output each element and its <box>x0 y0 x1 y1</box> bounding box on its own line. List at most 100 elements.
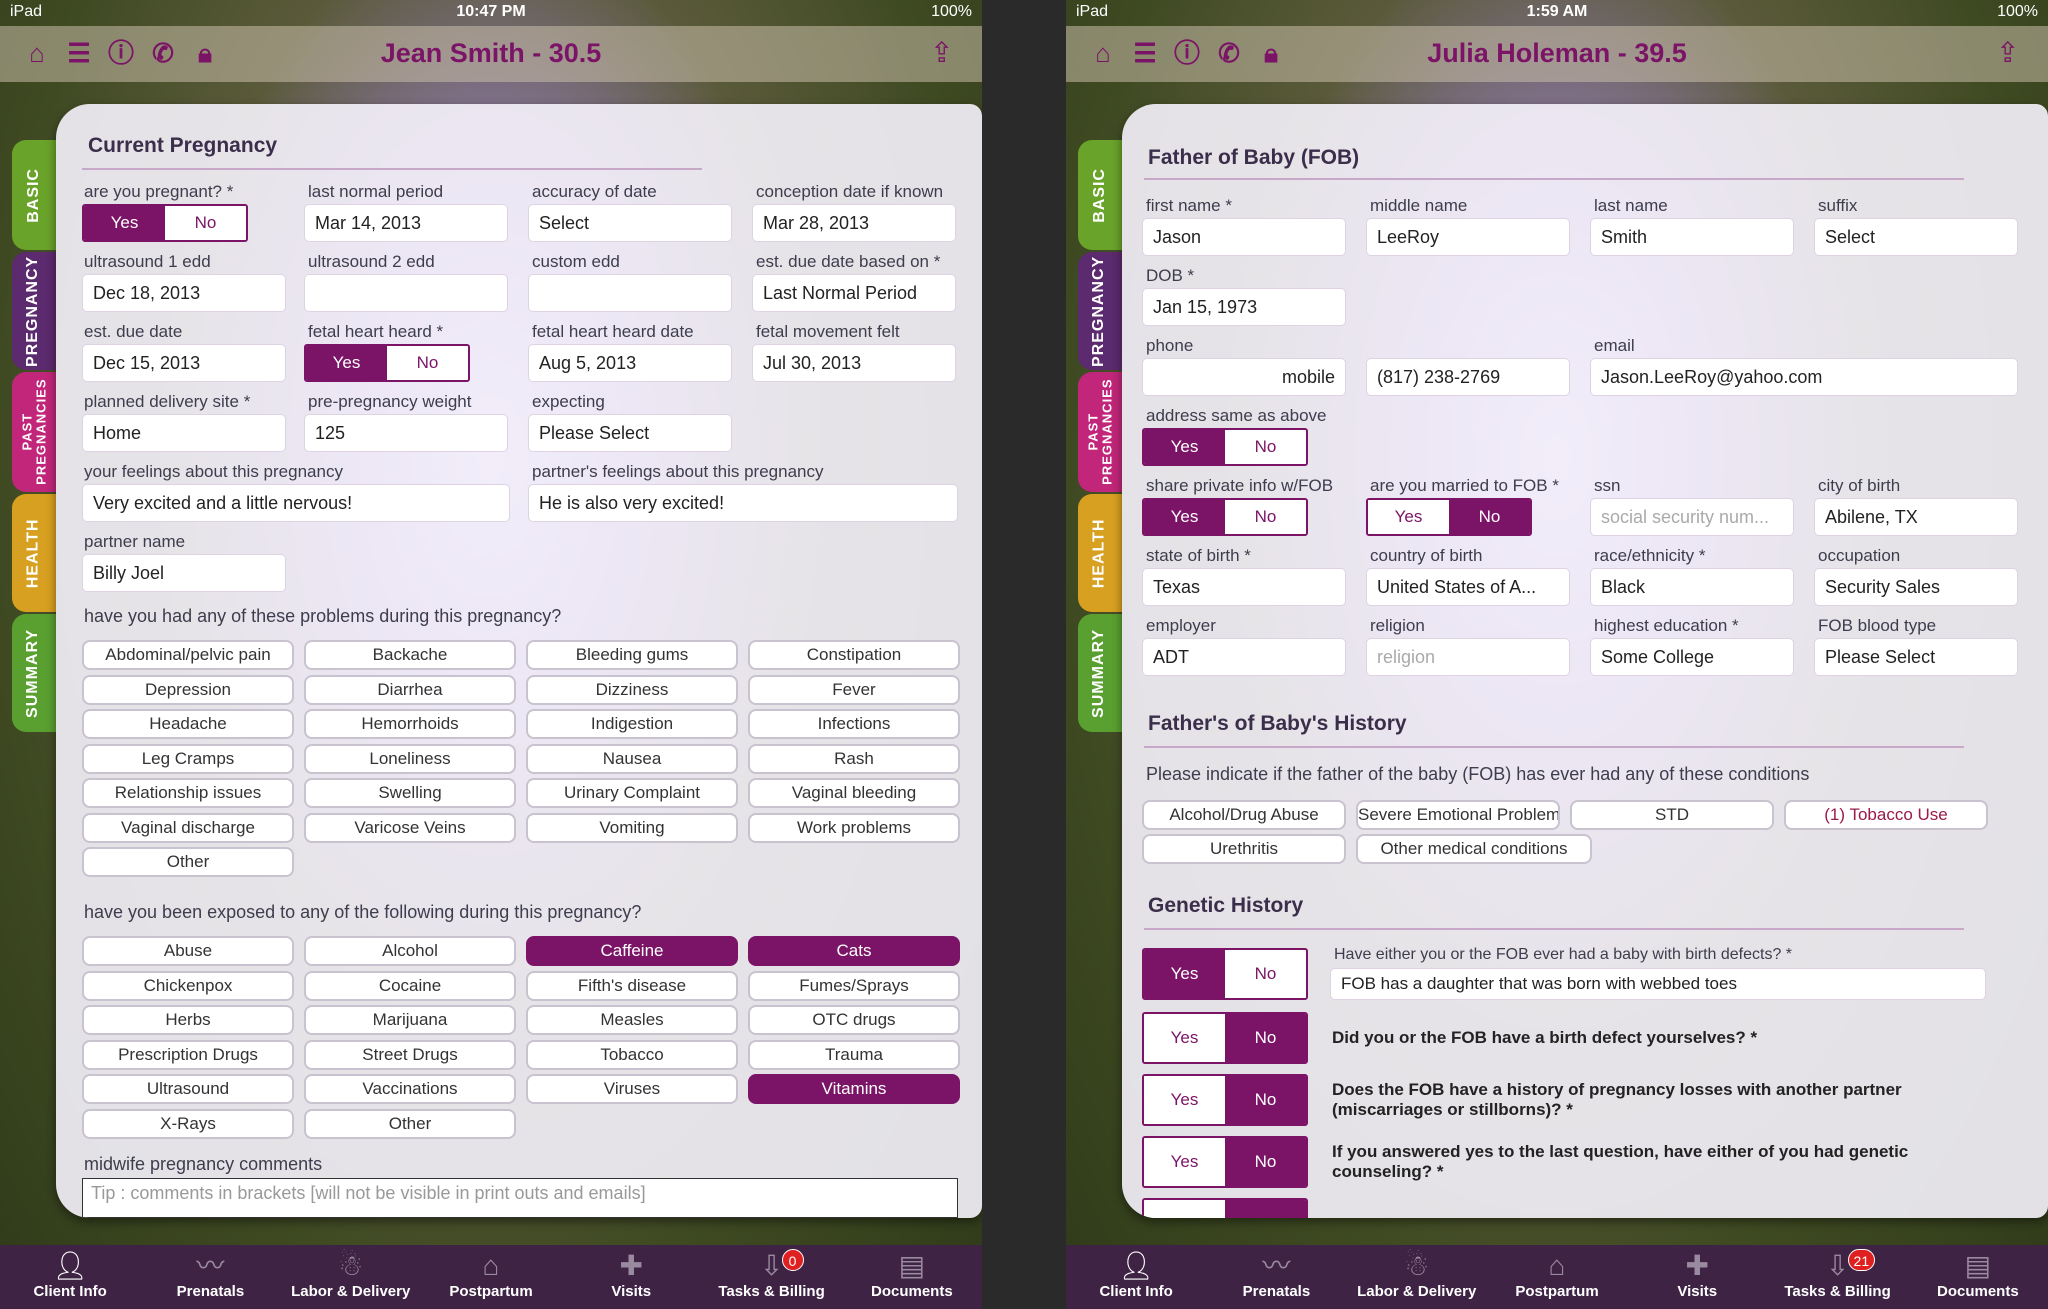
option-chip[interactable]: Varicose Veins <box>304 812 516 843</box>
religion-field[interactable]: religion <box>1366 638 1570 676</box>
option-chip[interactable]: Loneliness <box>304 743 516 774</box>
option-chip[interactable]: Nausea <box>526 743 738 774</box>
feelings-field[interactable]: Very excited and a little nervous! <box>82 484 510 522</box>
dob-field[interactable]: Jan 15, 1973 <box>1142 288 1346 326</box>
city-of-birth-field[interactable]: Abilene, TX <box>1814 498 2018 536</box>
last-name-field[interactable]: Smith <box>1590 218 1794 256</box>
option-chip[interactable]: Infections <box>748 709 960 739</box>
comments-input[interactable]: Tip : comments in brackets [will not be … <box>82 1178 958 1218</box>
gq4-toggle[interactable]: Yes No <box>1142 1136 1308 1188</box>
option-chip[interactable]: Diarrhea <box>304 674 516 705</box>
tab-pregnancy[interactable]: PREGNANCY <box>1078 252 1122 370</box>
tab-documents[interactable]: ▤ Documents <box>842 1245 982 1309</box>
employer-field[interactable]: ADT <box>1142 638 1346 676</box>
tab-prenatals[interactable]: 〰 Prenatals <box>140 1245 280 1309</box>
option-chip[interactable]: Abdominal/pelvic pain <box>82 640 294 670</box>
tab-summary[interactable]: SUMMARY <box>1078 614 1122 732</box>
tab-prenatals[interactable]: 〰 Prenatals <box>1206 1245 1346 1309</box>
option-chip[interactable]: Cocaine <box>304 970 516 1001</box>
first-name-field[interactable]: Jason <box>1142 218 1346 256</box>
option-chip[interactable]: Vomiting <box>526 812 738 843</box>
option-chip[interactable]: Other <box>304 1108 516 1139</box>
pregnant-toggle[interactable]: Yes No <box>82 204 248 242</box>
option-chip[interactable]: Dizziness <box>526 674 738 705</box>
email-field[interactable]: Jason.LeeRoy@yahoo.com <box>1590 358 2018 396</box>
tab-labor-delivery[interactable]: ☃ Labor & Delivery <box>1347 1245 1487 1309</box>
suffix-select[interactable]: Select <box>1814 218 2018 256</box>
tab-tasks-billing[interactable]: ⇩ 21 Tasks & Billing <box>1767 1245 1907 1309</box>
weight-field[interactable]: 125 <box>304 414 508 452</box>
option-chip[interactable]: Indigestion <box>526 709 738 739</box>
custom-edd-field[interactable] <box>528 274 732 312</box>
condition-chip[interactable]: (1) Tobacco Use <box>1784 800 1988 830</box>
tab-labor-delivery[interactable]: ☃ Labor & Delivery <box>281 1245 421 1309</box>
tab-summary[interactable]: SUMMARY <box>12 614 56 732</box>
tab-tasks-billing[interactable]: ⇩ 0 Tasks & Billing <box>701 1245 841 1309</box>
option-chip[interactable]: Tobacco <box>526 1039 738 1070</box>
option-chip[interactable]: Vitamins <box>748 1074 960 1104</box>
tab-past-pregnancies[interactable]: PAST PREGNANCIES <box>1078 372 1122 492</box>
option-chip[interactable]: Fifth's disease <box>526 970 738 1001</box>
option-chip[interactable]: Headache <box>82 709 294 739</box>
partner-name-field[interactable]: Billy Joel <box>82 554 286 592</box>
tab-documents[interactable]: ▤ Documents <box>1908 1245 2048 1309</box>
tab-past-pregnancies[interactable]: PAST PREGNANCIES <box>12 372 56 492</box>
option-chip[interactable]: OTC drugs <box>748 1005 960 1035</box>
tab-basic[interactable]: BASIC <box>12 140 56 250</box>
option-chip[interactable]: Vaginal discharge <box>82 812 294 843</box>
ultrasound1-field[interactable]: Dec 18, 2013 <box>82 274 286 312</box>
tab-client-info[interactable]: 👤︎ Client Info <box>0 1245 140 1309</box>
option-chip[interactable]: Trauma <box>748 1039 960 1070</box>
option-chip[interactable]: Depression <box>82 674 294 705</box>
tab-health[interactable]: HEALTH <box>1078 494 1122 612</box>
gq5-toggle[interactable] <box>1142 1198 1308 1218</box>
option-chip[interactable]: Other <box>82 847 294 877</box>
accuracy-select[interactable]: Select <box>528 204 732 242</box>
expecting-select[interactable]: Please Select <box>528 414 732 452</box>
tab-client-info[interactable]: 👤︎ Client Info <box>1066 1245 1206 1309</box>
option-chip[interactable]: Backache <box>304 640 516 670</box>
gq1-toggle[interactable]: Yes No <box>1142 948 1308 1000</box>
condition-chip[interactable]: Other medical conditions <box>1356 834 1592 864</box>
ultrasound2-field[interactable] <box>304 274 508 312</box>
state-of-birth-select[interactable]: Texas <box>1142 568 1346 606</box>
phone-type-select[interactable]: mobile <box>1142 358 1346 396</box>
option-chip[interactable]: Hemorrhoids <box>304 709 516 739</box>
option-chip[interactable]: Caffeine <box>526 936 738 966</box>
ssn-field[interactable]: social security num... <box>1590 498 1794 536</box>
conception-date-field[interactable]: Mar 28, 2013 <box>752 204 956 242</box>
gq1-answer-field[interactable]: FOB has a daughter that was born with we… <box>1330 968 1986 1000</box>
gq3-toggle[interactable]: Yes No <box>1142 1074 1308 1126</box>
option-chip[interactable]: Leg Cramps <box>82 743 294 774</box>
option-chip[interactable]: Chickenpox <box>82 970 294 1001</box>
option-chip[interactable]: Marijuana <box>304 1005 516 1035</box>
tab-visits[interactable]: ✚ Visits <box>561 1245 701 1309</box>
share-icon[interactable]: ⇪ <box>1996 36 2026 70</box>
phone-field[interactable]: (817) 238-2769 <box>1366 358 1570 396</box>
tab-pregnancy[interactable]: PREGNANCY <box>12 252 56 370</box>
due-date-field[interactable]: Dec 15, 2013 <box>82 344 286 382</box>
due-date-basis-select[interactable]: Last Normal Period <box>752 274 956 312</box>
race-select[interactable]: Black <box>1590 568 1794 606</box>
option-chip[interactable]: Prescription Drugs <box>82 1039 294 1070</box>
middle-name-field[interactable]: LeeRoy <box>1366 218 1570 256</box>
occupation-field[interactable]: Security Sales <box>1814 568 2018 606</box>
gq2-toggle[interactable]: Yes No <box>1142 1012 1308 1064</box>
share-icon[interactable]: ⇪ <box>930 36 960 70</box>
fetal-movement-field[interactable]: Jul 30, 2013 <box>752 344 956 382</box>
tab-basic[interactable]: BASIC <box>1078 140 1122 250</box>
fetal-heart-toggle[interactable]: Yes No <box>304 344 470 382</box>
option-chip[interactable]: Cats <box>748 936 960 966</box>
blood-type-select[interactable]: Please Select <box>1814 638 2018 676</box>
option-chip[interactable]: Relationship issues <box>82 778 294 808</box>
option-chip[interactable]: Ultrasound <box>82 1074 294 1104</box>
option-chip[interactable]: Alcohol <box>304 936 516 966</box>
option-chip[interactable]: Work problems <box>748 812 960 843</box>
delivery-site-field[interactable]: Home <box>82 414 286 452</box>
tab-health[interactable]: HEALTH <box>12 494 56 612</box>
option-chip[interactable]: Rash <box>748 743 960 774</box>
option-chip[interactable]: Abuse <box>82 936 294 966</box>
option-chip[interactable]: Street Drugs <box>304 1039 516 1070</box>
option-chip[interactable]: X-Rays <box>82 1108 294 1139</box>
option-chip[interactable]: Measles <box>526 1005 738 1035</box>
